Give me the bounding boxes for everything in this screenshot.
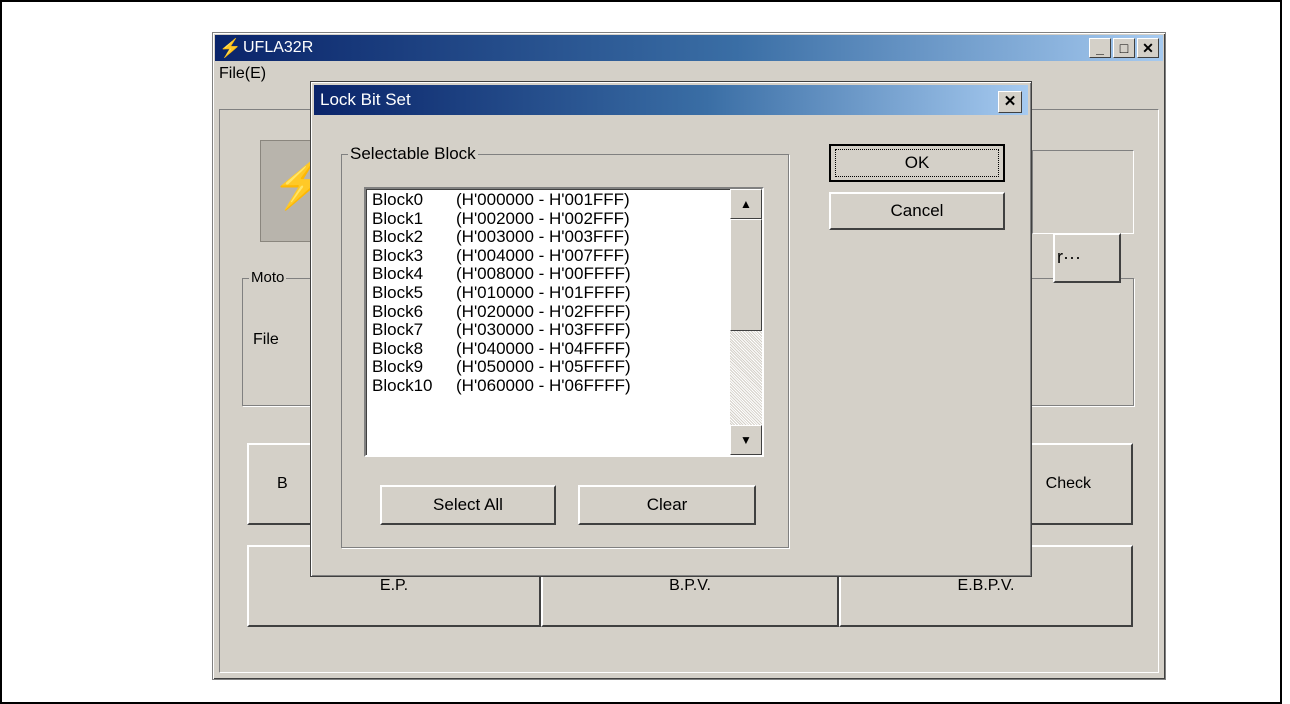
list-item[interactable]: Block0 (H'000000 - H'001FFF) xyxy=(372,191,730,210)
list-item[interactable]: Block8 (H'040000 - H'04FFFF) xyxy=(372,338,730,359)
list-item[interactable]: Block5 (H'010000 - H'01FFFF) xyxy=(372,282,730,303)
triangle-down-icon: ▼ xyxy=(740,433,752,447)
list-item[interactable]: Block2 (H'003000 - H'003FFF) xyxy=(372,228,730,247)
block-name: Block3 xyxy=(372,245,424,265)
dialog-close-button[interactable]: ✕ xyxy=(998,91,1022,113)
menubar: File(E) xyxy=(215,61,266,87)
block-range: (H'010000 - H'01FFFF) xyxy=(456,282,631,302)
bpv-label: B.P.V. xyxy=(669,577,711,594)
block-name: Block8 xyxy=(372,338,424,358)
file-label: File xyxy=(253,331,279,348)
list-item[interactable]: Block7 (H'030000 - H'03FFFF) xyxy=(372,321,730,340)
list-item[interactable]: Block6 (H'020000 - H'02FFFF) xyxy=(372,301,730,322)
block-name: Block10 xyxy=(372,375,433,395)
ok-button[interactable]: OK xyxy=(829,144,1005,182)
selectable-block-group: Selectable Block Block0 (H'000000 - H'001… xyxy=(341,144,789,548)
list-item[interactable]: Block3 (H'004000 - H'007FFF) xyxy=(372,245,730,266)
app-lightning-icon: ⚡ xyxy=(219,38,242,58)
ok-label: OK xyxy=(835,149,999,177)
main-window-title: UFLA32R xyxy=(243,39,314,56)
block-range: (H'040000 - H'04FFFF) xyxy=(456,338,631,358)
block-name: Block6 xyxy=(372,301,424,321)
block-range: (H'002000 - H'002FFF) xyxy=(456,208,630,228)
block-range: (H'020000 - H'02FFFF) xyxy=(456,301,631,321)
block-range: (H'004000 - H'007FFF) xyxy=(456,245,630,265)
block-range: (H'000000 - H'001FFF) xyxy=(456,190,630,209)
block-range: (H'060000 - H'06FFFF) xyxy=(456,375,631,395)
scroll-up-button[interactable]: ▲ xyxy=(730,189,762,219)
menu-file[interactable]: File(E) xyxy=(219,65,266,82)
ebpv-label: E.B.P.V. xyxy=(957,577,1015,594)
block-range: (H'003000 - H'003FFF) xyxy=(456,227,630,247)
block-list-items: Block0 (H'000000 - H'001FFF) Block1 (H'0020… xyxy=(372,191,730,396)
vertical-scrollbar[interactable]: ▲ ▼ xyxy=(730,189,762,455)
block-name: Block5 xyxy=(372,282,424,302)
dialog-titlebar[interactable]: Lock Bit Set ✕ xyxy=(314,85,1028,115)
group-label: Moto xyxy=(249,269,287,286)
minimize-button[interactable]: _ xyxy=(1089,38,1111,58)
right-panel xyxy=(1032,150,1134,234)
block-name: Block7 xyxy=(372,320,424,340)
scroll-down-button[interactable]: ▼ xyxy=(730,425,762,455)
cancel-button[interactable]: Cancel xyxy=(829,192,1005,230)
ep-label: E.P. xyxy=(379,577,409,594)
clear-button[interactable]: Clear xyxy=(578,485,756,525)
block-name: Block1 xyxy=(372,208,424,228)
scroll-thumb[interactable] xyxy=(730,219,762,331)
block-name: Block9 xyxy=(372,357,424,377)
blank-check-label: B xyxy=(277,475,288,492)
check-button[interactable]: Check xyxy=(1019,443,1133,525)
list-item[interactable]: Block1 (H'002000 - H'002FFF) xyxy=(372,208,730,229)
select-all-button[interactable]: Select All xyxy=(380,485,556,525)
maximize-button[interactable]: □ xyxy=(1113,38,1135,58)
list-item[interactable]: Block10 (H'060000 - H'06FFFF) xyxy=(372,375,730,396)
block-range: (H'008000 - H'00FFFF) xyxy=(456,264,631,284)
selectable-block-label: Selectable Block xyxy=(348,144,478,164)
block-name: Block4 xyxy=(372,264,424,284)
block-range: (H'030000 - H'03FFFF) xyxy=(456,320,631,340)
block-name: Block2 xyxy=(372,227,424,247)
block-name: Block0 xyxy=(372,190,424,209)
list-item[interactable]: Block4 (H'008000 - H'00FFFF) xyxy=(372,265,730,284)
block-range: (H'050000 - H'05FFFF) xyxy=(456,357,631,377)
check-label: Check xyxy=(1045,475,1091,492)
lock-bit-set-dialog: Lock Bit Set ✕ Selectable Block Block0 (H… xyxy=(310,81,1032,577)
close-button[interactable]: ✕ xyxy=(1137,38,1159,58)
triangle-up-icon: ▲ xyxy=(740,197,752,211)
browse-button[interactable]: r··· xyxy=(1053,233,1121,283)
main-titlebar[interactable]: ⚡ UFLA32R _ □ ✕ xyxy=(215,35,1163,61)
dialog-title: Lock Bit Set xyxy=(320,90,411,109)
block-listbox[interactable]: Block0 (H'000000 - H'001FFF) Block1 (H'0020… xyxy=(364,187,764,457)
list-item[interactable]: Block9 (H'050000 - H'05FFFF) xyxy=(372,358,730,377)
window-controls: _ □ ✕ xyxy=(1089,38,1159,58)
